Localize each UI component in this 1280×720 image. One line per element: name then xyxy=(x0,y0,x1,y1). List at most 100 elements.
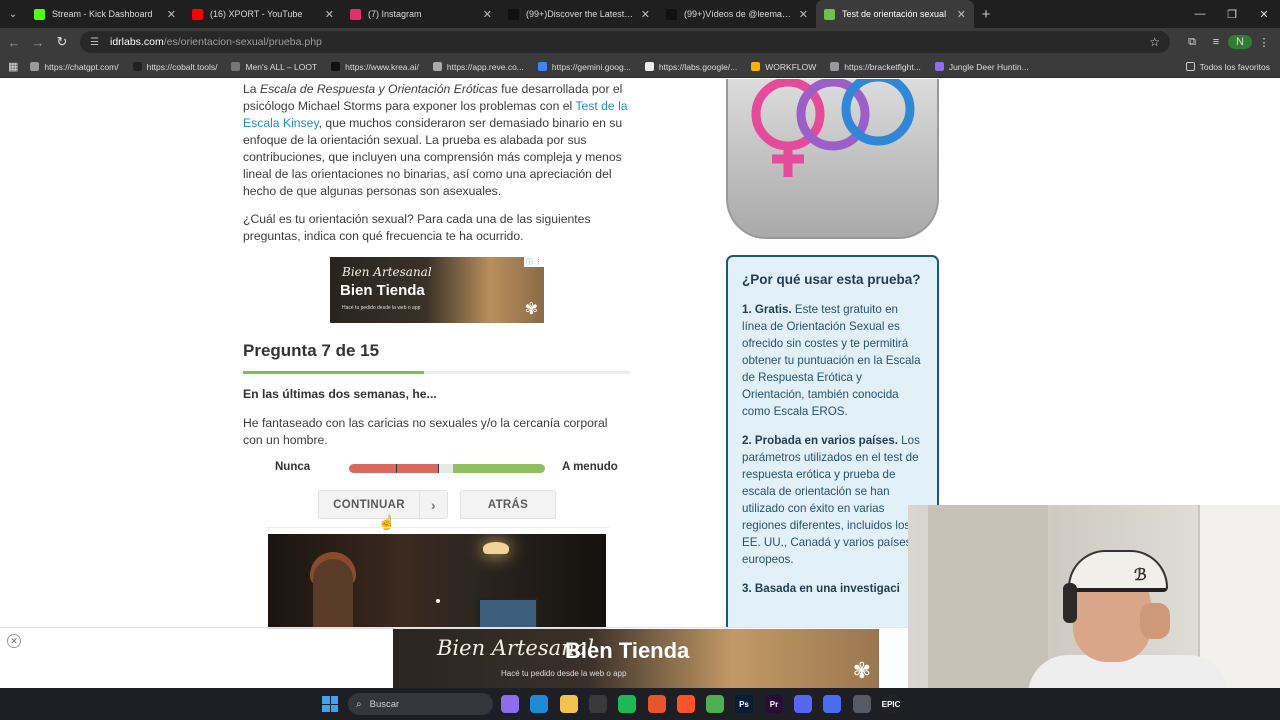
browser-tab[interactable]: (16) XPORT - YouTube ✕ xyxy=(184,0,342,28)
bookmark-star-icon[interactable]: ☆ xyxy=(1149,35,1160,49)
bookmark-label: https://chatgpt.com/ xyxy=(44,61,119,72)
bookmark-item[interactable]: https://bracketfight... xyxy=(830,62,921,72)
app-icon[interactable] xyxy=(823,695,841,713)
folder-icon xyxy=(1185,62,1195,71)
bookmark-item[interactable]: https://gemini.goog... xyxy=(537,61,631,72)
ad-script-text: Bien Artesanal xyxy=(342,265,432,279)
new-tab-button[interactable]: + xyxy=(974,6,998,23)
browser-menu-icon[interactable]: ⋮ xyxy=(1252,36,1276,49)
copilot-icon[interactable] xyxy=(501,695,519,713)
reload-icon[interactable]: ↻ xyxy=(50,34,74,50)
monitor-graphic xyxy=(478,598,538,629)
folder-icon[interactable] xyxy=(560,695,578,713)
bookmark-item[interactable]: https://app.reve.co... xyxy=(432,61,524,72)
close-window-icon[interactable]: ✕ xyxy=(1248,8,1280,21)
bookmark-item[interactable]: WORKFLOW xyxy=(751,62,816,72)
bakery-ad-banner[interactable]: Bien Artesanal Bien Tienda Hacé tu pedid… xyxy=(393,629,879,688)
gear-icon[interactable] xyxy=(853,695,871,713)
ad-logo-icon: ✾ xyxy=(524,301,538,318)
baseball-cap xyxy=(1068,550,1168,592)
extensions-icon[interactable]: ⧉ xyxy=(1180,36,1204,49)
close-ad-icon[interactable]: ✕ xyxy=(7,634,21,648)
browser-tab[interactable]: (7) Instagram ✕ xyxy=(342,0,500,28)
close-tab-icon[interactable]: ✕ xyxy=(167,8,176,21)
background-shelf xyxy=(928,505,1048,688)
settings-app-icon[interactable] xyxy=(589,695,607,713)
browser-tab[interactable]: Stream - Kick Dashboard ✕ xyxy=(26,0,184,28)
bookmark-item[interactable]: https://chatgpt.com/ xyxy=(30,61,119,72)
divider xyxy=(265,527,610,528)
intro-paragraph: La Escala de Respuesta y Orientación Eró… xyxy=(243,81,628,200)
bookmark-favicon-icon xyxy=(231,62,241,71)
obs-icon[interactable] xyxy=(648,695,666,713)
question-title: Pregunta 7 de 15 xyxy=(243,341,380,360)
bookmark-favicon-icon xyxy=(644,62,654,71)
scale-option[interactable] xyxy=(349,464,397,473)
bookmark-item[interactable]: https://labs.google/... xyxy=(644,62,737,72)
spotify-icon[interactable] xyxy=(618,695,636,713)
tab-search-chevron-icon[interactable]: ⌄ xyxy=(0,0,26,28)
minimize-icon[interactable]: — xyxy=(1184,8,1216,21)
address-bar[interactable]: ☰ idrlabs.com/es/orientacion-sexual/prue… xyxy=(80,31,1170,53)
profile-avatar[interactable]: N xyxy=(1228,35,1252,49)
browser-tab[interactable]: Test de orientación sexual ✕ xyxy=(816,0,974,28)
scale-option[interactable] xyxy=(439,464,453,473)
close-tab-icon[interactable]: ✕ xyxy=(483,8,492,21)
tab-favicon-icon xyxy=(350,8,361,20)
video-ad-player[interactable] xyxy=(268,534,606,629)
scale-right-label: A menudo xyxy=(562,461,618,473)
scale-option[interactable] xyxy=(494,464,545,473)
bookmark-item[interactable]: https://cobalt.tools/ xyxy=(132,62,217,72)
scale-option[interactable] xyxy=(397,464,439,473)
tab-title: (7) Instagram xyxy=(368,9,422,19)
close-tab-icon[interactable]: ✕ xyxy=(799,8,808,21)
restore-icon[interactable]: ❐ xyxy=(1216,8,1248,21)
back-icon[interactable]: ← xyxy=(2,35,26,50)
chrome-icon[interactable] xyxy=(706,695,724,713)
browser-tab[interactable]: (99+)Vídeos de @leemartinmo ✕ xyxy=(658,0,816,28)
test-prompt: ¿Cuál es tu orientación sexual? Para cad… xyxy=(243,212,591,243)
windows-start-icon[interactable] xyxy=(322,696,338,712)
photoshop-icon[interactable]: Ps xyxy=(735,695,753,713)
discord-icon[interactable] xyxy=(794,695,812,713)
edge-icon[interactable] xyxy=(530,695,548,713)
site-info-icon[interactable]: ☰ xyxy=(90,37,104,48)
progress-fill xyxy=(243,371,424,374)
all-bookmarks-folder[interactable]: Todos los favoritos xyxy=(1185,61,1270,72)
forward-icon[interactable]: → xyxy=(26,35,50,50)
bookmark-item[interactable]: Men's ALL – LOOT xyxy=(231,62,317,72)
tab-title: (16) XPORT - YouTube xyxy=(210,9,303,19)
apps-grid-icon[interactable]: ▦ xyxy=(8,60,18,73)
question-lead: En las últimas dos semanas, he... xyxy=(243,387,437,401)
close-tab-icon[interactable]: ✕ xyxy=(641,8,650,21)
all-bookmarks-label: Todos los favoritos xyxy=(1199,61,1270,72)
scale-option[interactable] xyxy=(453,464,494,473)
back-button[interactable]: ATRÁS xyxy=(460,490,556,519)
close-tab-icon[interactable]: ✕ xyxy=(957,8,966,21)
tab-title: (99+)Vídeos de @leemartinmo xyxy=(684,9,793,19)
url-host: idrlabs.com xyxy=(110,36,164,48)
scale-left-label: Nunca xyxy=(275,461,311,473)
cap-logo-icon: ℬ xyxy=(1134,567,1147,584)
brave-icon[interactable] xyxy=(677,695,695,713)
why-item-heading: 1. Gratis. xyxy=(742,303,792,316)
bakery-ad-small[interactable]: Bien Artesanal Bien Tienda Hacé tu pedid… xyxy=(330,257,544,323)
media-icon[interactable]: ≡ xyxy=(1204,36,1228,48)
bookmark-label: Jungle Deer Huntin... xyxy=(948,61,1029,72)
bookmark-item[interactable]: https://www.krea.ai/ xyxy=(331,62,419,72)
ad-bold-text: Bien Tienda xyxy=(565,638,690,663)
answer-scale-slider[interactable] xyxy=(349,464,545,473)
bookmark-label: https://app.reve.co... xyxy=(446,61,524,72)
webcam-overlay: ℬ xyxy=(908,505,1280,688)
bookmark-label: https://gemini.goog... xyxy=(551,61,631,72)
taskbar-search[interactable]: ⌕ Buscar xyxy=(348,693,493,715)
why-list: 1. Gratis. Este test gratuito en línea d… xyxy=(742,301,923,597)
url-path: /es/orientacion-sexual/prueba.php xyxy=(163,36,322,48)
epic-games-icon[interactable]: EPIC xyxy=(882,695,900,713)
browser-tab[interactable]: (99+)Discover the Latest New D ✕ xyxy=(500,0,658,28)
ad-choices-icon[interactable]: ⓘ ⋮ xyxy=(524,257,544,267)
why-title: ¿Por qué usar esta prueba? xyxy=(742,272,921,287)
bookmark-item[interactable]: Jungle Deer Huntin... xyxy=(934,61,1029,72)
close-tab-icon[interactable]: ✕ xyxy=(325,8,334,21)
premiere-icon[interactable]: Pr xyxy=(765,695,783,713)
